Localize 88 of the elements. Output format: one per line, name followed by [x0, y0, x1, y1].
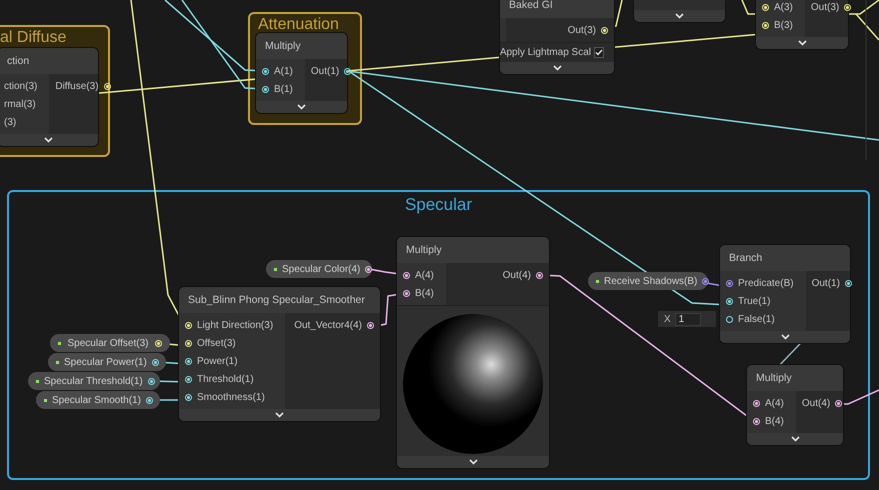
node-title: Multiply — [256, 33, 347, 59]
input-label: A(3) — [774, 2, 793, 12]
value-input[interactable]: 1 — [674, 312, 701, 326]
port-connector[interactable] — [403, 272, 410, 278]
chevron-down-icon[interactable] — [552, 65, 562, 71]
output-label: Diffuse(3) — [55, 80, 99, 92]
port-connector[interactable] — [403, 290, 410, 296]
input-label: B(3) — [774, 20, 793, 30]
port-connector[interactable] — [702, 278, 710, 284]
node-title: Branch — [720, 245, 850, 271]
input-label: A(1) — [274, 66, 293, 76]
input-label: B(1) — [274, 84, 293, 94]
port-connector[interactable] — [185, 376, 192, 382]
port-connector[interactable] — [753, 418, 760, 424]
input-label: Offset(3) — [197, 338, 236, 348]
property-pill[interactable]: Specular Color(4) — [266, 260, 372, 278]
property-label: Specular Power(1) — [64, 356, 147, 368]
property-pill[interactable]: Receive Shadows(B) — [588, 272, 708, 290]
node-title: Multiply — [397, 237, 549, 263]
port-connector[interactable] — [835, 400, 842, 406]
value-field[interactable]: X 1 — [658, 311, 716, 327]
chevron-down-icon[interactable] — [275, 412, 284, 418]
axis-label: X — [664, 314, 671, 324]
graph-node[interactable]: Branch Predicate(B) True(1) False(1) Out(1) — [720, 245, 850, 343]
port-connector[interactable] — [726, 298, 733, 304]
port-connector[interactable] — [844, 280, 852, 286]
output-label: Out_Vector4(4) — [294, 320, 362, 330]
port-connector[interactable] — [185, 358, 192, 364]
node-title: ction — [0, 48, 98, 74]
property-pill[interactable]: Specular Offset(3) — [50, 334, 170, 352]
graph-node[interactable]: Sub_Blinn Phong Specular_Smoother Light Direction(3) Offset(3) Power(1) Threshold(1) Smoothness(1) Out_Vector4(4) — [179, 287, 380, 421]
chevron-down-icon[interactable] — [798, 40, 806, 46]
chevron-down-icon[interactable] — [44, 137, 52, 143]
node-title: Baked GI — [500, 0, 614, 18]
port-connector[interactable] — [344, 68, 352, 74]
port-connector[interactable] — [262, 68, 269, 74]
setting-label: Apply Lightmap Scal — [500, 47, 591, 58]
group-title: al Diffuse — [0, 29, 66, 47]
property-label: Specular Offset(3) — [66, 338, 150, 348]
input-label: A(4) — [765, 398, 784, 408]
output-label: Out(1) — [812, 278, 840, 288]
port-connector[interactable] — [753, 400, 760, 406]
port-connector[interactable] — [726, 316, 733, 322]
chevron-down-icon[interactable] — [675, 13, 684, 19]
input-label: ction(3) — [4, 80, 38, 92]
graph-node[interactable]: Multiply A(4) B(4) Out(4) — [747, 365, 843, 445]
input-label: False(1) — [738, 314, 775, 324]
port-connector[interactable] — [367, 322, 374, 328]
group-title: Attenuation — [258, 16, 339, 34]
property-pill[interactable]: Specular Threshold(1) — [28, 372, 160, 390]
property-label: Receive Shadows(B) — [604, 276, 698, 286]
input-label: B(4) — [765, 416, 784, 426]
group-title: Specular — [404, 196, 474, 214]
chevron-down-icon[interactable] — [468, 459, 478, 465]
property-label: Specular Threshold(1) — [44, 376, 143, 386]
input-label: A(4) — [415, 270, 434, 280]
port-connector[interactable] — [262, 86, 269, 92]
property-pill[interactable]: Specular Smooth(1) — [36, 391, 160, 409]
checkbox[interactable] — [594, 47, 604, 58]
chevron-down-icon[interactable] — [790, 436, 800, 442]
input-label: rmal(3) — [4, 98, 36, 110]
graph-node[interactable] — [634, 0, 725, 22]
chevron-down-icon[interactable] — [780, 334, 790, 340]
input-label: Threshold(1) — [197, 374, 254, 384]
input-label: (3) — [4, 116, 16, 128]
property-pill[interactable]: Specular Power(1) — [48, 353, 166, 371]
input-label: Predicate(B) — [738, 278, 794, 288]
input-label: Power(1) — [197, 356, 238, 366]
node-title: Multiply — [747, 365, 843, 391]
graph-node[interactable]: Multiply A(4) B(4) Out(4) — [397, 237, 549, 468]
input-label: Light Direction(3) — [197, 320, 274, 330]
graph-node[interactable]: A(3) B(3) Out(3) — [756, 0, 848, 49]
input-label: True(1) — [738, 296, 770, 306]
property-label: Specular Smooth(1) — [52, 394, 141, 406]
output-label: Out(4) — [802, 398, 830, 408]
input-label: Smoothness(1) — [197, 392, 265, 402]
port-connector[interactable] — [185, 394, 192, 400]
graph-node[interactable]: Baked GI Out(3) Apply Lightmap Scal — [500, 0, 614, 74]
input-label: B(4) — [415, 288, 434, 298]
output-label: Out(3) — [810, 2, 840, 12]
port-connector[interactable] — [536, 272, 543, 278]
port-connector[interactable] — [365, 266, 372, 272]
property-label: Specular Color(4) — [282, 264, 360, 274]
output-label: Out(4) — [502, 270, 531, 280]
node-title: Sub_Blinn Phong Specular_Smoother — [179, 287, 380, 313]
chevron-down-icon[interactable] — [297, 104, 306, 110]
output-label: Out(3) — [568, 24, 596, 36]
output-label: Out(1) — [310, 66, 340, 76]
